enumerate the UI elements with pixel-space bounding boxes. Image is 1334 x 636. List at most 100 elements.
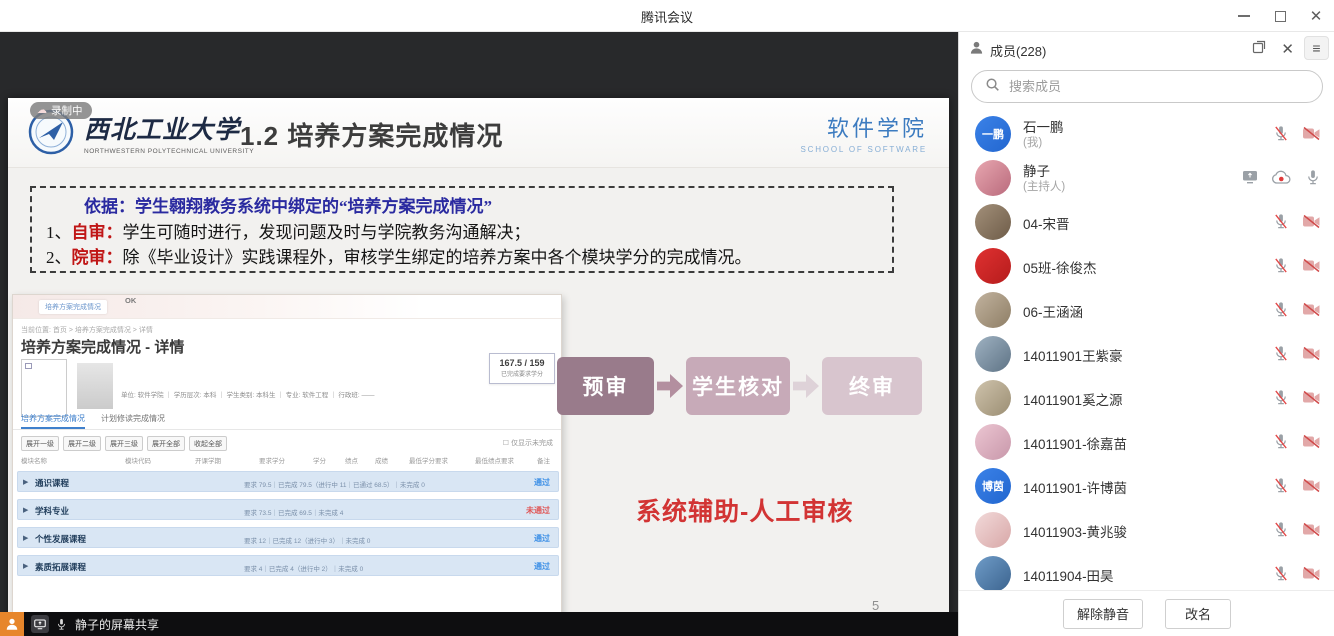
mic-muted-icon[interactable] [1273,125,1289,147]
avatar: 博茵 [975,468,1011,504]
member-row[interactable]: 静子(主持人) [959,156,1334,200]
member-role: (主持人) [1023,178,1065,194]
member-name: 14011903-黄兆骏 [1023,521,1127,541]
minimize-icon[interactable] [1236,8,1252,24]
mic-muted-icon[interactable] [1273,257,1289,279]
popout-icon[interactable] [1252,40,1266,59]
member-name: 06-王涵涵 [1023,301,1083,321]
slide-page-number: 5 [872,598,879,613]
mic-muted-icon[interactable] [1273,345,1289,367]
avatar [975,556,1011,590]
cloud-record-icon [1271,170,1292,190]
table-column-header: 最低学分要求 [409,455,448,465]
member-row[interactable]: 14011901-徐嘉苗 [959,420,1334,464]
member-row[interactable]: 05班-徐俊杰 [959,244,1334,288]
member-row[interactable]: 14011904-田昊 [959,552,1334,590]
shot-heading: 培养方案完成情况 - 详情 [21,336,184,357]
member-status-icons [1273,477,1321,499]
close-icon[interactable]: ✕ [1308,8,1324,24]
member-status-icons [1273,213,1321,235]
sharer-avatar-icon [0,612,24,636]
slide-header: ☁ 录制中 西北工业大学 NORTHWESTERN POLYTECHNICAL … [8,98,949,168]
expand-arrow-icon: ▶ [23,478,28,486]
table-column-header: 要求学分 [259,455,285,465]
shot-tab-sup: OK [125,296,136,305]
module-row: ▶通识课程要求 79.5｜已完成 79.5（进行中 11｜已通过 68.5）｜未… [17,471,559,492]
share-status-text: 静子的屏幕共享 [75,616,159,633]
status-badge: 通过 [534,561,550,572]
university-name-en: NORTHWESTERN POLYTECHNICAL UNIVERSITY [84,148,254,155]
share-mic-icon [56,618,67,631]
mic-muted-icon[interactable] [1273,213,1289,235]
camera-off-icon[interactable] [1302,566,1321,586]
module-detail: 要求 12｜已完成 12（进行中 3）｜未完成 0 [244,535,370,545]
mic-muted-icon[interactable] [1273,389,1289,411]
mic-muted-icon[interactable] [1273,565,1289,587]
camera-off-icon[interactable] [1302,522,1321,542]
member-status-icons [1273,521,1321,543]
avatar [975,248,1011,284]
search-input[interactable] [1009,79,1309,94]
mic-muted-icon[interactable] [1273,433,1289,455]
members-panel: 成员(228) ✕ ≡ 一鹏石一鹏(我)静子(主持人) 04-宋晋 05班-徐俊杰 0… [958,32,1334,636]
camera-off-icon[interactable] [1302,302,1321,322]
mic-muted-icon[interactable] [1273,477,1289,499]
member-name: 14011901奚之源 [1023,389,1123,409]
member-row[interactable]: 14011901王紫豪 [959,332,1334,376]
camera-off-icon[interactable] [1302,434,1321,454]
member-name: 04-宋晋 [1023,213,1070,233]
camera-off-icon[interactable] [1302,390,1321,410]
unmute-button[interactable]: 解除静音 [1063,599,1143,629]
expand-buttons: 展开一级展开二级展开三级展开全部收起全部 [21,436,227,451]
module-row: ▶素质拓展课程要求 4｜已完成 4（进行中 2）｜未完成 0通过 [17,555,559,576]
avatar [975,160,1011,196]
recording-badge: ☁ 录制中 [30,102,92,119]
broken-image-icon [25,363,32,369]
member-name: 14011901王紫豪 [1023,345,1123,365]
table-column-header: 学分 [313,455,326,465]
panel-menu-icon[interactable]: ≡ [1304,36,1329,60]
expand-button: 展开二级 [63,436,101,451]
table-column-header: 备注 [537,455,550,465]
camera-off-icon[interactable] [1302,346,1321,366]
member-row[interactable]: 04-宋晋 [959,200,1334,244]
member-status-icons [1273,257,1321,279]
camera-off-icon[interactable] [1302,258,1321,278]
app-window: 腾讯会议 ✕ ☁ 录制中 [0,0,1334,636]
avatar [975,336,1011,372]
university-name-block: 西北工业大学 NORTHWESTERN POLYTECHNICAL UNIVER… [84,110,254,155]
member-name: 05班-徐俊杰 [1023,257,1097,277]
status-badge: 通过 [534,477,550,488]
members-title: 成员(228) [990,41,1046,60]
credit-value: 167.5 / 159 [490,358,554,368]
avatar: 一鹏 [975,116,1011,152]
maximize-icon[interactable] [1272,8,1288,24]
member-row[interactable]: 14011903-黄兆骏 [959,508,1334,552]
member-row[interactable]: 博茵14011901-许博茵 [959,464,1334,508]
member-row[interactable]: 一鹏石一鹏(我) [959,112,1334,156]
member-name: 14011904-田昊 [1023,565,1114,585]
search-box[interactable] [971,70,1323,103]
panel-close-icon[interactable]: ✕ [1281,42,1294,57]
member-row[interactable]: 06-王涵涵 [959,288,1334,332]
module-row: ▶学科专业要求 73.5｜已完成 69.5｜未完成 4未通过 [17,499,559,520]
share-status-bar[interactable]: 静子的屏幕共享 [0,612,958,636]
member-row[interactable]: 14011901奚之源 [959,376,1334,420]
school-name-en: SCHOOL OF SOFTWARE [801,145,927,154]
university-name-cn: 西北工业大学 [84,110,254,146]
window-title: 腾讯会议 [0,0,1334,32]
mic-muted-icon[interactable] [1273,521,1289,543]
shot-browser-tab: 培养方案完成情况 [39,300,107,314]
mic-muted-icon[interactable] [1273,301,1289,323]
rename-button[interactable]: 改名 [1165,599,1231,629]
camera-off-icon[interactable] [1302,126,1321,146]
member-status-icons [1242,169,1321,191]
expand-button: 展开三级 [105,436,143,451]
camera-off-icon[interactable] [1302,214,1321,234]
breadcrumb: 当前位置: 首页 > 培养方案完成情况 > 详情 [21,325,153,335]
mic-icon[interactable] [1305,169,1321,191]
screen-share-stage: ☁ 录制中 西北工业大学 NORTHWESTERN POLYTECHNICAL … [0,32,958,636]
camera-off-icon[interactable] [1302,478,1321,498]
school-block: 软件学院 SCHOOL OF SOFTWARE [801,111,927,154]
expand-arrow-icon: ▶ [23,562,28,570]
